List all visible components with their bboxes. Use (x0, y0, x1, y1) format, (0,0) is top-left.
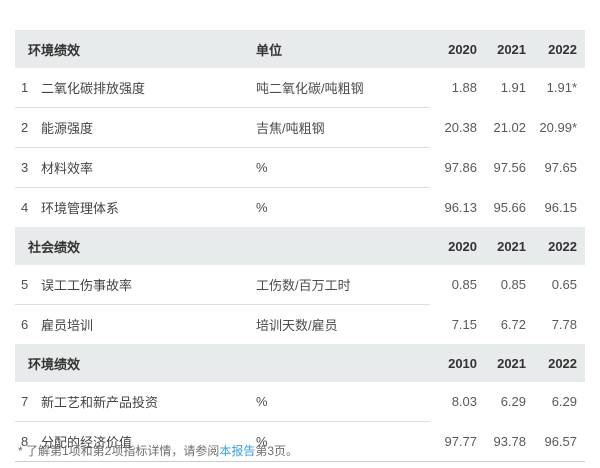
value-cell: 97.65 (527, 148, 585, 188)
value-cell: 96.15 (527, 188, 585, 228)
indicator-label: 新工艺和新产品投资 (40, 382, 255, 422)
section-title: 环境绩效 (15, 30, 255, 68)
year-header: 2021 (478, 227, 527, 265)
unit-column-header (255, 227, 430, 265)
year-header: 2022 (527, 30, 585, 68)
section-header-row: 环境绩效 2010 2021 2022 (15, 344, 585, 382)
value-cell: 97.56 (478, 148, 527, 188)
value-cell: 0.85 (430, 265, 478, 305)
value-cell: 8.03 (430, 382, 478, 422)
section-title: 社会绩效 (15, 227, 255, 265)
indicator-unit: 吨二氧化碳/吨粗钢 (255, 68, 430, 108)
value-cell: 6.29 (527, 382, 585, 422)
indicator-unit: 吉焦/吨粗钢 (255, 108, 430, 148)
value-cell: 96.13 (430, 188, 478, 228)
year-header: 2022 (527, 227, 585, 265)
indicator-label: 雇员培训 (40, 305, 255, 345)
value-cell: 7.15 (430, 305, 478, 345)
footnote: * 了解第1项和第2项指标详情，请参阅本报告第3页。 (18, 442, 298, 459)
indicator-label: 材料效率 (40, 148, 255, 188)
indicator-unit: 工伤数/百万工时 (255, 265, 430, 305)
performance-table: 环境绩效 单位 2020 2021 2022 1 二氧化碳排放强度 吨二氧化碳/… (15, 30, 585, 462)
value-cell: 7.78 (527, 305, 585, 345)
row-number: 2 (15, 108, 40, 148)
indicator-label: 二氧化碳排放强度 (40, 68, 255, 108)
value-cell: 1.88 (430, 68, 478, 108)
performance-table-page: 环境绩效 单位 2020 2021 2022 1 二氧化碳排放强度 吨二氧化碳/… (0, 0, 600, 468)
table-row: 5 误工工伤事故率 工伤数/百万工时 0.85 0.85 0.65 (15, 265, 585, 305)
value-cell: 0.85 (478, 265, 527, 305)
unit-column-header: 单位 (255, 30, 430, 68)
indicator-label: 误工工伤事故率 (40, 265, 255, 305)
indicator-unit: % (255, 188, 430, 228)
row-number: 6 (15, 305, 40, 345)
row-number: 7 (15, 382, 40, 422)
year-header: 2021 (478, 344, 527, 382)
year-header: 2022 (527, 344, 585, 382)
value-cell: 21.02 (478, 108, 527, 148)
value-cell: 1.91* (527, 68, 585, 108)
value-cell: 97.77 (430, 422, 478, 462)
report-link[interactable]: 本报告 (219, 444, 255, 458)
value-cell: 97.86 (430, 148, 478, 188)
value-cell: 6.29 (478, 382, 527, 422)
footnote-text: 第3页。 (255, 444, 298, 458)
row-number: 5 (15, 265, 40, 305)
row-number: 1 (15, 68, 40, 108)
unit-column-header (255, 344, 430, 382)
section-header-row: 社会绩效 2020 2021 2022 (15, 227, 585, 265)
indicator-label: 能源强度 (40, 108, 255, 148)
indicator-unit: % (255, 148, 430, 188)
value-cell: 95.66 (478, 188, 527, 228)
value-cell: 0.65 (527, 265, 585, 305)
indicator-label: 环境管理体系 (40, 188, 255, 228)
indicator-unit: % (255, 382, 430, 422)
table-row: 2 能源强度 吉焦/吨粗钢 20.38 21.02 20.99* (15, 108, 585, 148)
section-title: 环境绩效 (15, 344, 255, 382)
value-cell: 93.78 (478, 422, 527, 462)
indicator-unit: 培训天数/雇员 (255, 305, 430, 345)
value-cell: 20.99* (527, 108, 585, 148)
year-header: 2010 (430, 344, 478, 382)
table-row: 4 环境管理体系 % 96.13 95.66 96.15 (15, 188, 585, 228)
table-row: 1 二氧化碳排放强度 吨二氧化碳/吨粗钢 1.88 1.91 1.91* (15, 68, 585, 108)
value-cell: 20.38 (430, 108, 478, 148)
value-cell: 6.72 (478, 305, 527, 345)
year-header: 2020 (430, 227, 478, 265)
section-header-row: 环境绩效 单位 2020 2021 2022 (15, 30, 585, 68)
table-row: 7 新工艺和新产品投资 % 8.03 6.29 6.29 (15, 382, 585, 422)
value-cell: 96.57 (527, 422, 585, 462)
table-row: 6 雇员培训 培训天数/雇员 7.15 6.72 7.78 (15, 305, 585, 345)
table-row: 3 材料效率 % 97.86 97.56 97.65 (15, 148, 585, 188)
year-header: 2020 (430, 30, 478, 68)
year-header: 2021 (478, 30, 527, 68)
row-number: 3 (15, 148, 40, 188)
value-cell: 1.91 (478, 68, 527, 108)
row-number: 4 (15, 188, 40, 228)
footnote-text: * 了解第1项和第2项指标详情，请参阅 (18, 444, 219, 458)
